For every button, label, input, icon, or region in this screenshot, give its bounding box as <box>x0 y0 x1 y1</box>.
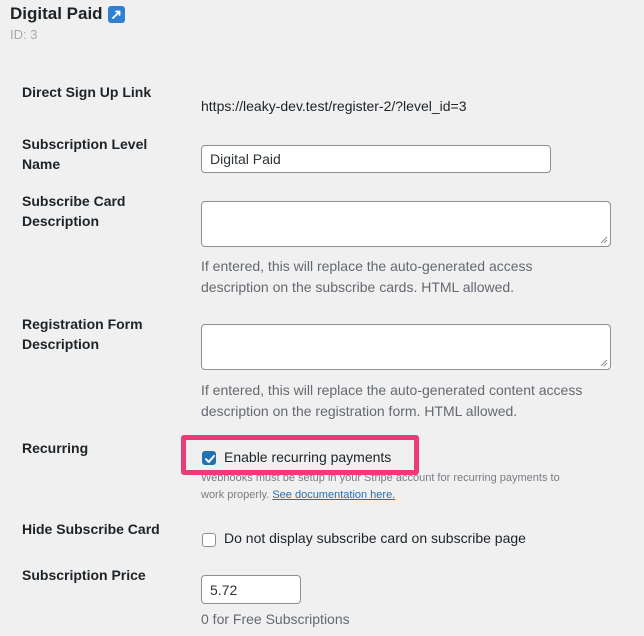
level-title-text: Digital Paid <box>10 4 103 23</box>
level-name-label-line1: Subscription Level <box>22 136 148 152</box>
recurring-note-line2: work properly. See documentation here. <box>201 487 621 504</box>
level-name-input[interactable] <box>201 145 551 173</box>
card-description-help: If entered, this will replace the auto-g… <box>201 256 621 298</box>
level-title: Digital Paid <box>10 4 125 24</box>
price-label: Subscription Price <box>22 567 146 583</box>
hide-card-checkbox[interactable] <box>202 533 216 547</box>
card-description-label: Subscribe Card Description <box>22 191 182 231</box>
recurring-label: Recurring <box>22 440 89 456</box>
card-description-help-line2: description on the subscribe cards. HTML… <box>201 279 515 295</box>
documentation-link[interactable]: See documentation here. <box>272 489 395 501</box>
level-name-label-line2: Name <box>22 156 61 172</box>
form-description-textarea[interactable] <box>201 324 611 370</box>
card-description-label-line1: Subscribe Card <box>22 193 126 209</box>
level-id: ID: 3 <box>10 27 38 42</box>
card-description-textarea[interactable] <box>201 201 611 247</box>
checkmark-icon <box>205 455 215 463</box>
signup-link-value: https://leaky-dev.test/register-2/?level… <box>201 98 467 114</box>
resize-grip-icon[interactable] <box>600 236 608 244</box>
price-input[interactable] <box>201 575 301 604</box>
resize-grip-icon[interactable] <box>600 359 608 367</box>
form-description-help-line2: description on the registration form. HT… <box>201 403 518 419</box>
form-description-label-line2: Description <box>22 336 100 352</box>
recurring-note-text: work properly. <box>201 489 270 501</box>
form-description-label-line1: Registration Form <box>22 316 143 332</box>
form-description-help-line1: If entered, this will replace the auto-g… <box>201 382 583 398</box>
external-link-icon[interactable] <box>107 5 125 23</box>
recurring-note: Webhooks must be setup in your Stripe ac… <box>201 470 621 504</box>
hide-card-label: Hide Subscribe Card <box>22 521 160 537</box>
form-description-help: If entered, this will replace the auto-g… <box>201 380 621 422</box>
recurring-checkbox-label[interactable]: Enable recurring payments <box>224 449 391 465</box>
hide-card-checkbox-label[interactable]: Do not display subscribe card on subscri… <box>224 530 526 546</box>
card-description-help-line1: If entered, this will replace the auto-g… <box>201 258 533 274</box>
signup-link-label: Direct Sign Up Link <box>22 84 152 100</box>
price-help: 0 for Free Subscriptions <box>201 611 350 627</box>
recurring-checkbox[interactable] <box>202 451 216 465</box>
form-description-label: Registration Form Description <box>22 314 182 354</box>
card-description-label-line2: Description <box>22 213 100 229</box>
level-name-label: Subscription Level Name <box>22 134 182 174</box>
